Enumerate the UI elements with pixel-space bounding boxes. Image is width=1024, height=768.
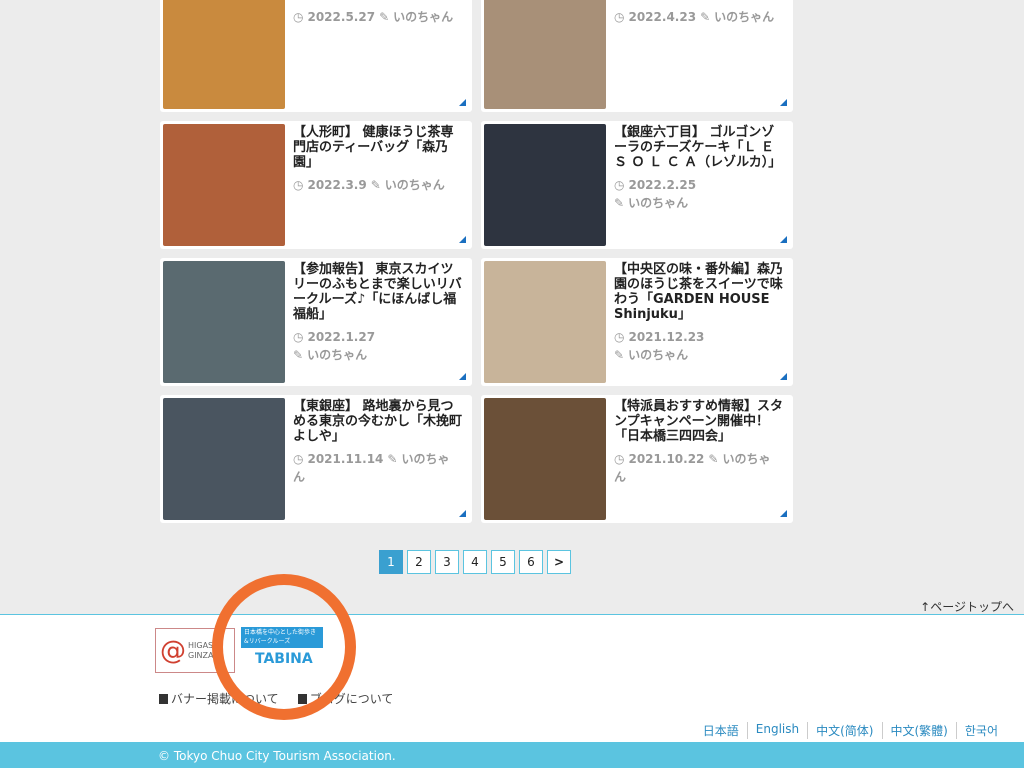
article-meta: ◷ 2021.12.23 ✎ いのちゃん	[614, 328, 786, 364]
corner-triangle-icon	[459, 236, 466, 243]
pencil-icon: ✎	[293, 348, 304, 362]
lang-english[interactable]: English	[746, 722, 807, 739]
article-thumbnail[interactable]	[484, 0, 606, 109]
copyright: © Tokyo Chuo City Tourism Association.	[0, 742, 1024, 768]
article-meta: ◷ 2021.10.22 ✎ いのちゃん	[614, 450, 786, 486]
article-meta: ◷ 2022.2.25 ✎ いのちゃん	[614, 176, 786, 212]
article-date: 2022.1.27	[307, 330, 376, 344]
article-author: いのちゃん	[307, 348, 368, 362]
corner-triangle-icon	[459, 373, 466, 380]
corner-triangle-icon	[780, 510, 787, 517]
article-card[interactable]: 【参加報告】 東京スカイツリーのふもとまで楽しいリバークルーズ♪「にほんばし福福…	[160, 258, 472, 386]
article-text: 【中央区の味・番外編】森乃園のほうじ茶をスイーツで味わう「GARDEN HOUS…	[614, 262, 786, 364]
page-4[interactable]: 4	[463, 550, 487, 574]
article-date: 2022.4.23	[628, 10, 697, 24]
page-2[interactable]: 2	[407, 550, 431, 574]
article-date: 2022.2.25	[628, 178, 697, 192]
article-thumbnail[interactable]	[163, 124, 285, 246]
corner-triangle-icon	[780, 373, 787, 380]
article-thumbnail[interactable]	[163, 0, 285, 109]
article-date: 2022.3.9	[307, 178, 367, 192]
article-thumbnail[interactable]	[484, 261, 606, 383]
article-title[interactable]: 【銀座一丁目】有楽町駅にある伝統の味「銀座 天龍」	[293, 0, 465, 2]
article-text: 【八丁堀】国内唯一のスイーツ専門店「連珍（れんちん）」 ◷2022.4.23✎い…	[614, 0, 790, 26]
page-5[interactable]: 5	[491, 550, 515, 574]
footer: @ HIGASHI GINZA 日本橋を中心とした街歩き&リバークルーズ TAB…	[0, 614, 1024, 742]
article-card[interactable]: 【八丁堀】国内唯一のスイーツ専門店「連珍（れんちん）」 ◷2022.4.23✎い…	[481, 0, 793, 112]
clock-icon: ◷	[293, 330, 304, 344]
article-title[interactable]: 【中央区の味・番外編】森乃園のほうじ茶をスイーツで味わう「GARDEN HOUS…	[614, 262, 786, 322]
article-date: 2021.11.14	[307, 452, 384, 466]
corner-triangle-icon	[459, 510, 466, 517]
lang-japanese[interactable]: 日本語	[695, 722, 747, 739]
lang-korean[interactable]: 한국어	[955, 722, 1006, 739]
article-card[interactable]: 【特派員おすすめ情報】スタンプキャンペーン開催中！「日本橋三四四会」 ◷ 2021…	[481, 395, 793, 523]
article-author: いのちゃん	[714, 10, 775, 24]
article-text: 【参加報告】 東京スカイツリーのふもとまで楽しいリバークルーズ♪「にほんばし福福…	[293, 262, 465, 364]
clock-icon: ◷	[293, 452, 304, 466]
higashi-ginza-logo-icon: @	[160, 635, 186, 666]
article-text: 【特派員おすすめ情報】スタンプキャンペーン開催中！「日本橋三四四会」 ◷ 2021…	[614, 399, 786, 486]
article-text: 【銀座一丁目】有楽町駅にある伝統の味「銀座 天龍」 ◷2022.5.27✎いのち…	[293, 0, 465, 26]
pencil-icon: ✎	[379, 10, 390, 24]
article-text: 【東銀座】 路地裏から見つめる東京の今むかし「木挽町よしや」 ◷ 2021.11.…	[293, 399, 465, 486]
next-page-button[interactable]: >	[547, 550, 571, 574]
article-title[interactable]: 【東銀座】 路地裏から見つめる東京の今むかし「木挽町よしや」	[293, 399, 465, 444]
clock-icon: ◷	[614, 10, 625, 24]
article-meta: ◷ 2022.1.27 ✎ いのちゃん	[293, 328, 465, 364]
article-thumbnail[interactable]	[484, 124, 606, 246]
article-author: いのちゃん	[628, 348, 689, 362]
pencil-icon: ✎	[614, 196, 625, 210]
article-meta: ◷ 2022.5.27 ✎ いのちゃん	[293, 8, 465, 26]
article-meta: ◷ 2022.4.23 ✎ いのちゃん	[614, 8, 786, 26]
lang-chinese-traditional[interactable]: 中文(繁體)	[881, 722, 956, 739]
arrow-icon	[159, 694, 168, 704]
article-card[interactable]: 【銀座六丁目】 ゴルゴンゾーラのチーズケーキ「Ｌ Ｅ Ｓ Ｏ Ｌ Ｃ Ａ（レゾル…	[481, 121, 793, 249]
page-1[interactable]: 1	[379, 550, 403, 574]
article-date: 2022.5.27	[307, 10, 376, 24]
pencil-icon: ✎	[614, 348, 625, 362]
article-thumbnail[interactable]	[163, 398, 285, 520]
pencil-icon: ✎	[370, 178, 381, 192]
article-thumbnail[interactable]	[484, 398, 606, 520]
clock-icon: ◷	[614, 178, 625, 192]
pencil-icon: ✎	[700, 10, 711, 24]
clock-icon: ◷	[614, 330, 625, 344]
article-title[interactable]: 【銀座六丁目】 ゴルゴンゾーラのチーズケーキ「Ｌ Ｅ Ｓ Ｏ Ｌ Ｃ Ａ（レゾル…	[614, 125, 786, 170]
clock-icon: ◷	[293, 178, 304, 192]
article-title[interactable]: 【八丁堀】国内唯一のスイーツ専門店「連珍（れんちん）」	[614, 0, 790, 2]
pencil-icon: ✎	[708, 452, 719, 466]
article-meta: ◷ 2021.11.14 ✎ いのちゃん	[293, 450, 465, 486]
article-thumbnail[interactable]	[163, 261, 285, 383]
corner-triangle-icon	[459, 99, 466, 106]
page-3[interactable]: 3	[435, 550, 459, 574]
annotation-circle	[212, 574, 356, 720]
article-title[interactable]: 【参加報告】 東京スカイツリーのふもとまで楽しいリバークルーズ♪「にほんばし福福…	[293, 262, 465, 322]
article-card[interactable]: 【人形町】 健康ほうじ茶専門店のティーバッグ「森乃園」 ◷ 2022.3.9 ✎ いの…	[160, 121, 472, 249]
article-author: いのちゃん	[393, 10, 454, 24]
pencil-icon: ✎	[387, 452, 398, 466]
article-author: いのちゃん	[628, 196, 689, 210]
article-card[interactable]: 【銀座一丁目】有楽町駅にある伝統の味「銀座 天龍」 ◷2022.5.27✎いのち…	[160, 0, 472, 112]
page-top-link[interactable]: ↑ページトップへ	[920, 598, 1014, 615]
article-title[interactable]: 【人形町】 健康ほうじ茶専門店のティーバッグ「森乃園」	[293, 125, 465, 170]
page-6[interactable]: 6	[519, 550, 543, 574]
article-card[interactable]: 【東銀座】 路地裏から見つめる東京の今むかし「木挽町よしや」 ◷ 2021.11.…	[160, 395, 472, 523]
lang-chinese-simplified[interactable]: 中文(简体)	[807, 722, 881, 739]
clock-icon: ◷	[614, 452, 625, 466]
corner-triangle-icon	[780, 236, 787, 243]
corner-triangle-icon	[780, 99, 787, 106]
article-text: 【銀座六丁目】 ゴルゴンゾーラのチーズケーキ「Ｌ Ｅ Ｓ Ｏ Ｌ Ｃ Ａ（レゾル…	[614, 125, 786, 212]
article-text: 【人形町】 健康ほうじ茶専門店のティーバッグ「森乃園」 ◷ 2022.3.9 ✎ いの…	[293, 125, 465, 194]
clock-icon: ◷	[293, 10, 304, 24]
article-card[interactable]: 【中央区の味・番外編】森乃園のほうじ茶をスイーツで味わう「GARDEN HOUS…	[481, 258, 793, 386]
article-date: 2021.12.23	[628, 330, 705, 344]
article-title[interactable]: 【特派員おすすめ情報】スタンプキャンペーン開催中！「日本橋三四四会」	[614, 399, 786, 444]
article-meta: ◷ 2022.3.9 ✎ いのちゃん	[293, 176, 465, 194]
article-date: 2021.10.22	[628, 452, 705, 466]
language-switcher: 日本語 English 中文(简体) 中文(繁體) 한국어	[695, 722, 1006, 739]
pagination: 1 2 3 4 5 6 >	[379, 550, 571, 574]
article-author: いのちゃん	[384, 178, 445, 192]
